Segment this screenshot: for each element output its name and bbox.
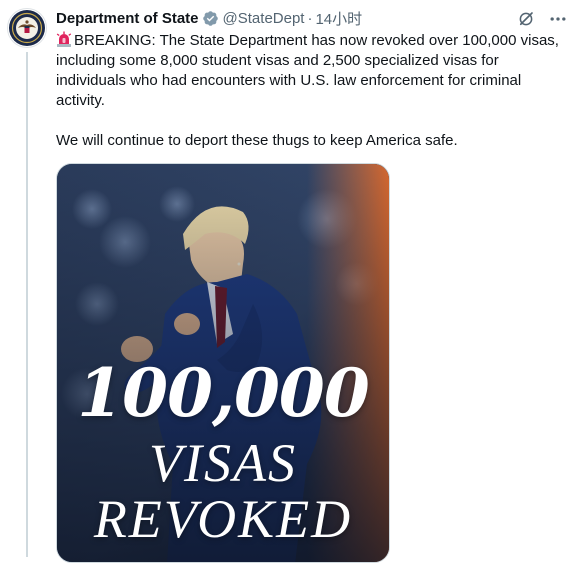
separator-dot: · xyxy=(307,9,313,27)
timestamp[interactable]: 14小时 xyxy=(315,8,362,29)
tweet-text-p1: BREAKING: The State Department has now r… xyxy=(56,32,559,109)
media-headline-word-2: REVOKED xyxy=(93,489,353,549)
tweet-header: Department of State @StateDept · 14小时 xyxy=(56,8,362,28)
header-actions xyxy=(515,8,569,30)
verified-badge-icon xyxy=(202,10,219,27)
tweet-paragraph-1: BREAKING: The State Department has now r… xyxy=(56,31,568,111)
more-icon[interactable] xyxy=(547,8,569,30)
state-department-seal-icon xyxy=(9,10,45,46)
grok-icon[interactable] xyxy=(515,8,537,30)
author-handle[interactable]: @StateDept xyxy=(223,10,305,27)
tweet-text: BREAKING: The State Department has now r… xyxy=(56,31,568,151)
tweet-text-p2: We will continue to deport these thugs t… xyxy=(56,132,458,149)
avatar[interactable] xyxy=(7,8,47,48)
media-headline-word-1: VISAS xyxy=(149,433,297,493)
author-name[interactable]: Department of State xyxy=(56,10,199,27)
media-headline-number: 100,000 xyxy=(77,354,370,432)
thread-line xyxy=(26,52,28,557)
siren-emoji-icon xyxy=(56,31,72,47)
